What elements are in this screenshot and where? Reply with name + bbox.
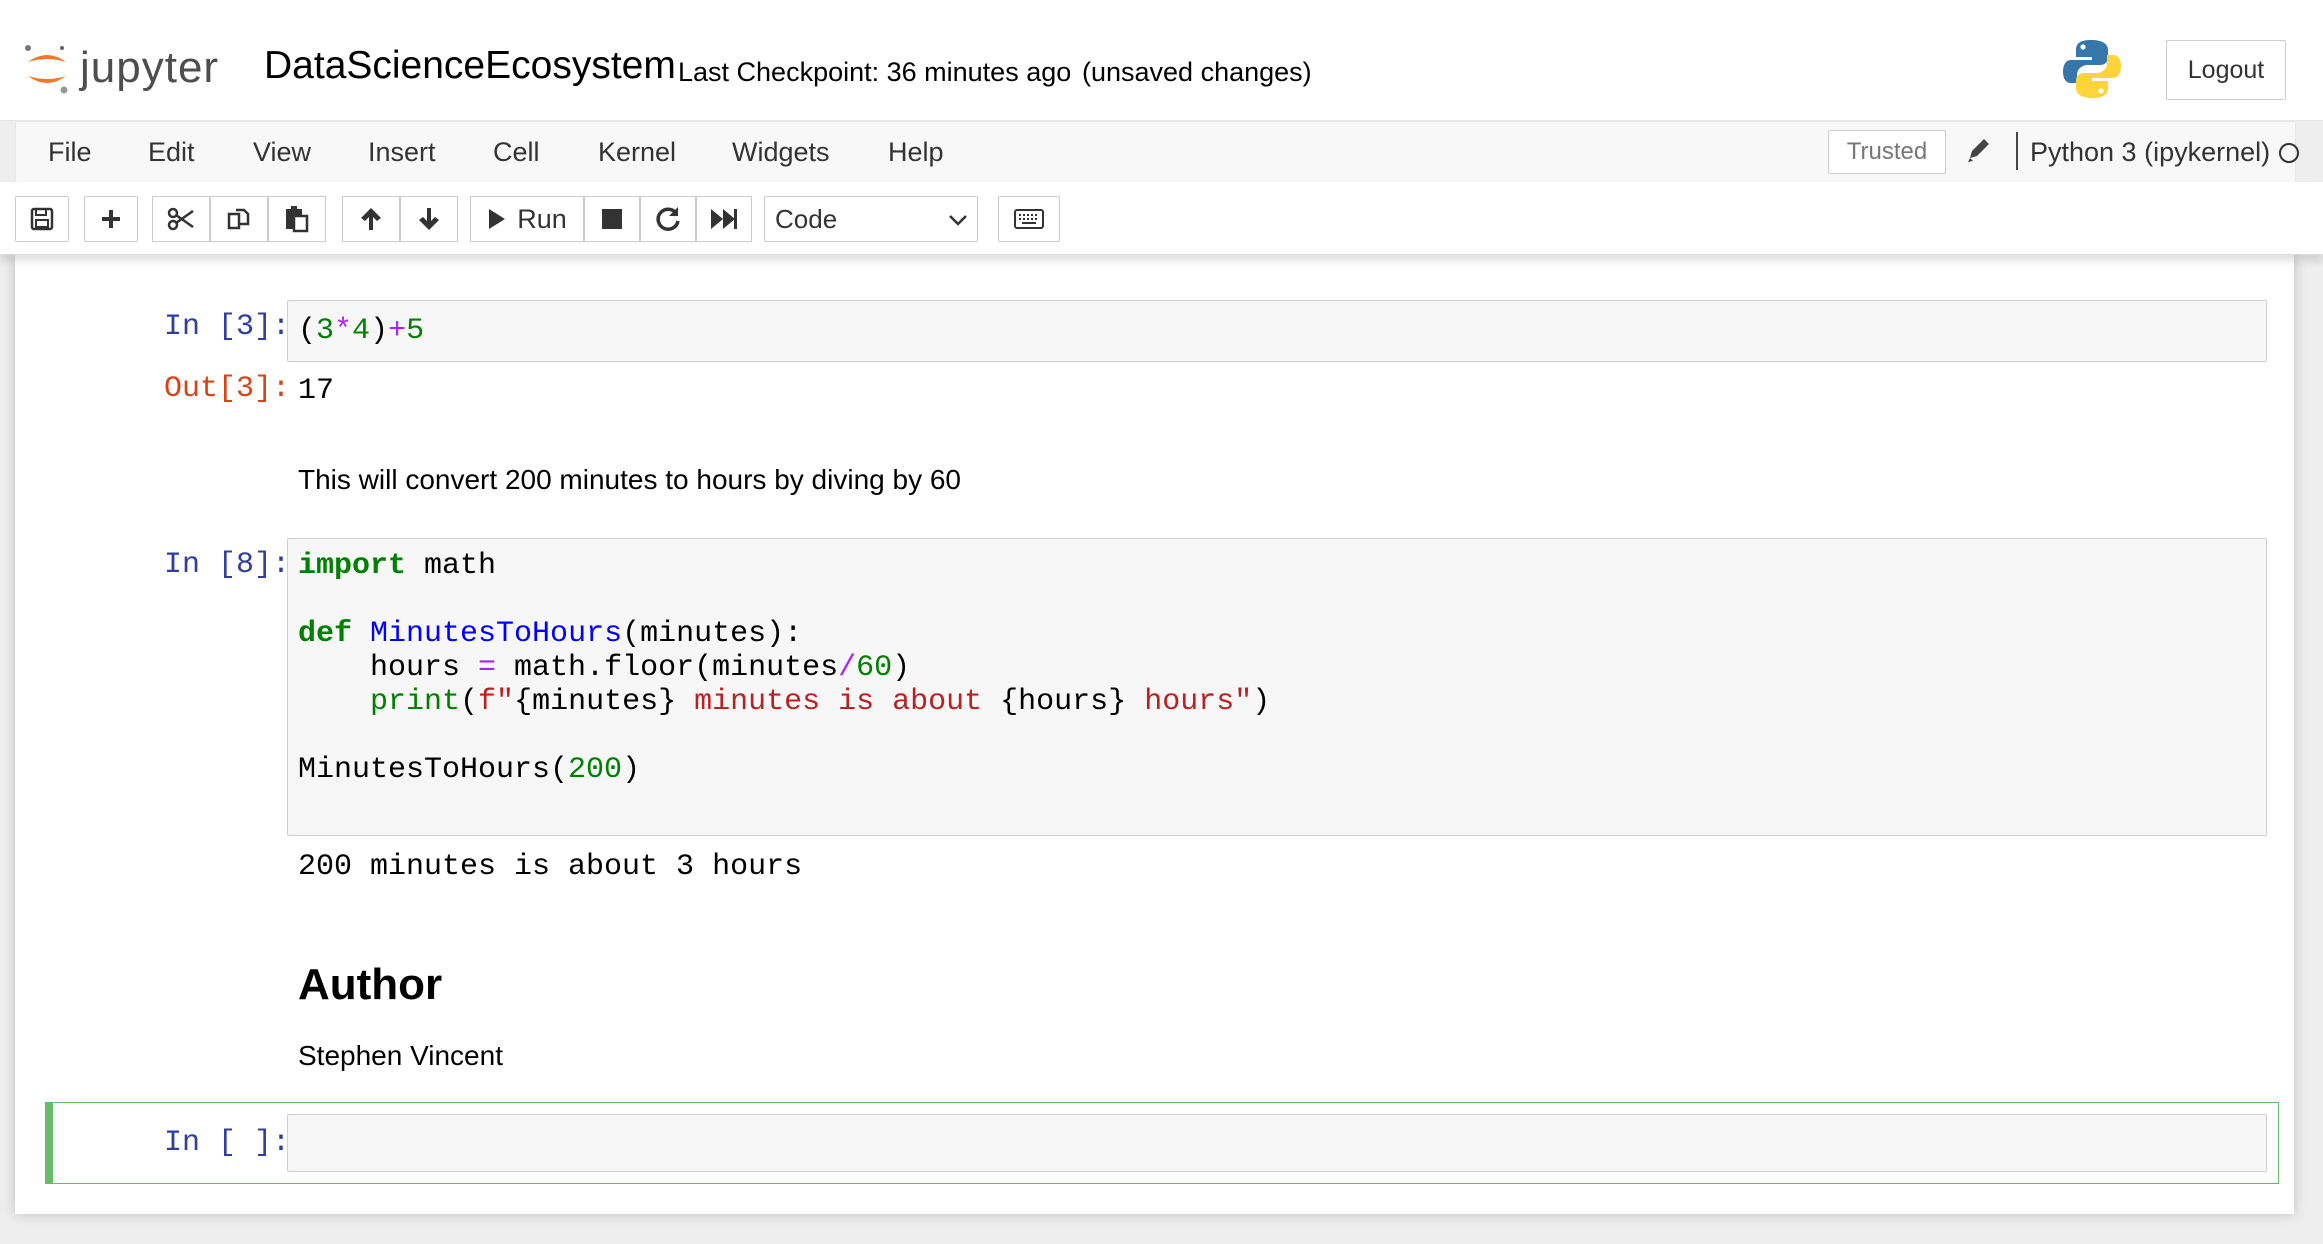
- cell-output-text: 17: [298, 374, 335, 408]
- chevron-down-icon: [949, 215, 967, 226]
- run-button[interactable]: Run: [470, 196, 584, 242]
- scissors-icon: [167, 207, 194, 231]
- code-line: print(f"{minutes} minutes is about {hour…: [370, 685, 1271, 719]
- kernel-name[interactable]: Python 3 (ipykernel): [2030, 137, 2270, 168]
- notebook-container: In [3]: (3*4)+5 Out[3]: 17 This will con…: [15, 254, 2294, 1214]
- save-button[interactable]: [15, 196, 69, 242]
- paste-button[interactable]: [268, 196, 326, 242]
- fast-forward-icon: [711, 209, 737, 229]
- play-icon: [489, 209, 506, 229]
- code-line: (3*4)+5: [298, 314, 425, 348]
- menu-widgets[interactable]: Widgets: [732, 137, 830, 168]
- arrow-up-icon: [361, 208, 381, 230]
- menu-cell[interactable]: Cell: [493, 137, 540, 168]
- save-icon: [30, 207, 54, 231]
- cell-type-select[interactable]: Code: [764, 196, 978, 242]
- markdown-heading[interactable]: Author: [298, 960, 442, 1010]
- menu-view[interactable]: View: [253, 137, 311, 168]
- menu-file[interactable]: File: [48, 137, 92, 168]
- restart-kernel-button[interactable]: [640, 196, 696, 242]
- menubar: File Edit View Insert Cell Kernel Widget…: [15, 121, 2299, 183]
- refresh-icon: [656, 207, 680, 231]
- keyboard-icon: [1014, 209, 1044, 229]
- cut-button[interactable]: [152, 196, 210, 242]
- cell-type-value: Code: [775, 203, 838, 234]
- kernel-separator: [2016, 132, 2018, 170]
- jupyter-logo-text: jupyter: [80, 43, 220, 92]
- autosave-status: (unsaved changes): [1082, 57, 1312, 87]
- logout-button[interactable]: Logout: [2166, 40, 2286, 100]
- jupyter-logo[interactable]: jupyter: [22, 38, 219, 98]
- pencil-icon[interactable]: [1966, 136, 1992, 164]
- checkpoint-status: Last Checkpoint: 36 minutes ago: [678, 57, 1072, 87]
- code-cell-input[interactable]: [287, 1114, 2267, 1172]
- copy-icon: [227, 208, 250, 230]
- jupyter-logo-icon: [25, 45, 68, 94]
- code-cell-input[interactable]: (3*4)+5: [287, 300, 2267, 362]
- code-cell-input[interactable]: import math def MinutesToHours(minutes):…: [287, 538, 2267, 836]
- cell-input-prompt: In [8]:: [163, 548, 290, 582]
- code-line: hours = math.floor(minutes/60): [298, 651, 911, 685]
- command-palette-button[interactable]: [998, 196, 1060, 242]
- move-down-button[interactable]: [400, 196, 458, 242]
- header: jupyter DataScienceEcosystem Last Checkp…: [0, 0, 2323, 121]
- code-line: def MinutesToHours(minutes):: [298, 617, 803, 651]
- menu-edit[interactable]: Edit: [148, 137, 195, 168]
- insert-cell-button[interactable]: [84, 196, 138, 242]
- menu-insert[interactable]: Insert: [368, 137, 436, 168]
- interrupt-kernel-button[interactable]: [584, 196, 640, 242]
- menu-help[interactable]: Help: [888, 137, 944, 168]
- trusted-badge[interactable]: Trusted: [1828, 130, 1946, 174]
- menu-kernel[interactable]: Kernel: [598, 137, 676, 168]
- restart-run-all-button[interactable]: [696, 196, 752, 242]
- run-label: Run: [517, 203, 567, 234]
- notebook-title[interactable]: DataScienceEcosystem: [264, 44, 676, 88]
- cell-input-prompt: In [ ]:: [163, 1126, 290, 1160]
- toolbar: Run Code: [0, 182, 2323, 255]
- arrow-down-icon: [419, 208, 439, 230]
- cell-output-prompt: Out[3]:: [163, 372, 290, 406]
- kernel-idle-indicator-icon: [2279, 143, 2299, 163]
- cell-input-prompt: In [3]:: [163, 310, 290, 344]
- code-line: MinutesToHours(200): [298, 753, 641, 787]
- stop-icon: [602, 209, 622, 229]
- plus-icon: [102, 210, 120, 228]
- markdown-text[interactable]: Stephen Vincent: [298, 1040, 503, 1072]
- python-logo-icon: [2063, 40, 2121, 98]
- cell-output-text: 200 minutes is about 3 hours: [298, 850, 803, 884]
- move-up-button[interactable]: [342, 196, 400, 242]
- markdown-text[interactable]: This will convert 200 minutes to hours b…: [298, 464, 961, 496]
- paste-icon: [286, 206, 309, 233]
- copy-button[interactable]: [210, 196, 268, 242]
- code-line: import math: [298, 549, 497, 583]
